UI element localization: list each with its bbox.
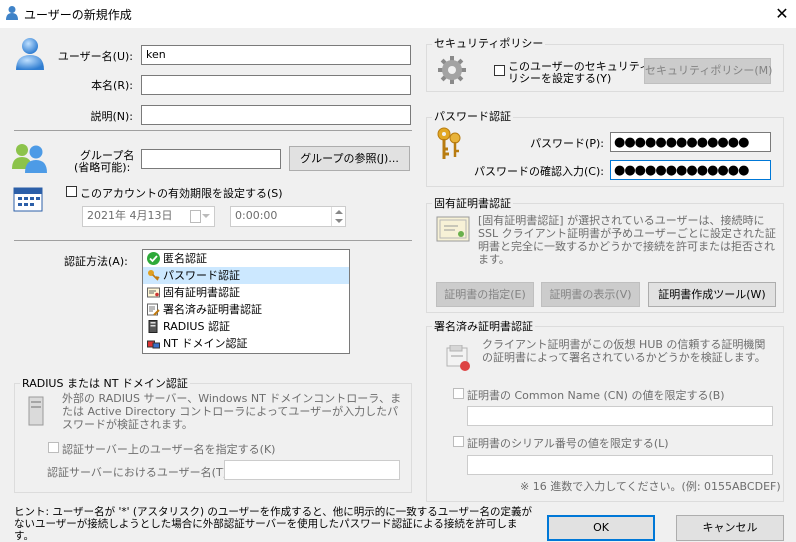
server-username-checkbox[interactable]: [48, 442, 59, 453]
radius-group-title: RADIUS または NT ドメイン認証: [20, 375, 190, 391]
auth-method-list[interactable]: 匿名認証 パスワード認証 固有証明書認証 署名済み証明書認証 RADIUS 認証…: [142, 249, 350, 354]
serial-field[interactable]: [467, 455, 773, 475]
password-field[interactable]: ●●●●●●●●●●●●●: [610, 132, 771, 152]
list-item[interactable]: 匿名認証: [143, 250, 349, 267]
signed-certificate-icon: [147, 303, 160, 316]
list-item-label: NT ドメイン認証: [163, 337, 248, 350]
browse-group-button[interactable]: グループの参照(J)...: [289, 146, 410, 171]
expiry-time-value: 0:00:00: [235, 209, 278, 222]
user-icon: [6, 6, 18, 20]
signed-certificate-icon: [446, 345, 470, 371]
server-username-checkbox-label: 認証サーバー上のユーザー名を指定する(K): [62, 443, 276, 456]
cert-tool-button[interactable]: 証明書作成ツール(W): [648, 282, 776, 307]
auth-method-label: 認証方法(A):: [64, 255, 128, 268]
group-field[interactable]: [141, 149, 281, 169]
radius-description: 外部の RADIUS サーバー、Windows NT ドメインコントローラ、また…: [62, 392, 402, 431]
key-icon: [148, 270, 160, 281]
password-auth-title: パスワード認証: [432, 108, 513, 124]
check-icon: [147, 252, 160, 265]
unique-cert-description: [固有証明書認証] が選択されているユーザーは、接続時に SSL クライアント証…: [478, 214, 776, 266]
unique-cert-title: 固有証明書認証: [432, 195, 513, 211]
realname-label: 本名(R):: [91, 79, 133, 92]
gear-icon: [438, 56, 466, 84]
list-item[interactable]: パスワード認証: [143, 267, 349, 284]
list-item-label: 署名済み証明書認証: [163, 303, 262, 316]
password-confirm-field[interactable]: ●●●●●●●●●●●●●: [610, 160, 771, 180]
serial-checkbox-label: 証明書のシリアル番号の値を限定する(L): [467, 437, 669, 450]
hint-text: ヒント: ユーザー名が '*' (アスタリスク) のユーザーを作成すると、他に明…: [14, 506, 533, 542]
certificate-icon: [147, 287, 160, 298]
signed-cert-title: 署名済み証明書認証: [432, 318, 535, 334]
calendar-dropdown-icon[interactable]: [190, 210, 201, 223]
server-icon: [148, 320, 158, 333]
list-item[interactable]: RADIUS 認証: [143, 318, 349, 335]
server-icon: [28, 396, 44, 426]
serial-note: ※ 16 進数で入力してください。(例: 0155ABCDEF): [520, 480, 781, 493]
security-policy-title: セキュリティポリシー: [432, 35, 546, 51]
username-label: ユーザー名(U):: [57, 50, 133, 63]
spin-down-icon[interactable]: [335, 219, 343, 223]
view-cert-button[interactable]: 証明書の表示(V): [541, 282, 640, 307]
calendar-icon: [13, 187, 43, 212]
username-field[interactable]: ken: [141, 45, 411, 65]
expiry-checkbox-label: このアカウントの有効期限を設定する(S): [80, 187, 283, 200]
cn-checkbox-label: 証明書の Common Name (CN) の値を限定する(B): [467, 389, 725, 402]
list-item[interactable]: NT ドメイン認証: [143, 335, 349, 352]
security-policy-checkbox[interactable]: [494, 65, 505, 76]
list-item-label: RADIUS 認証: [163, 320, 230, 333]
password-label: パスワード(P):: [530, 137, 604, 150]
signed-cert-description: クライアント証明書がこの仮想 HUB の信頼する証明機関の証明書によって署名され…: [482, 338, 766, 364]
certificate-icon: [436, 216, 470, 242]
time-spinner[interactable]: [331, 207, 346, 226]
spin-up-icon[interactable]: [335, 210, 343, 214]
close-button[interactable]: ✕: [770, 2, 794, 26]
list-item[interactable]: 署名済み証明書認証: [143, 301, 349, 318]
ok-button[interactable]: OK: [547, 515, 655, 541]
list-item-label: 匿名認証: [163, 252, 207, 265]
server-username-field[interactable]: [224, 460, 400, 480]
divider: [14, 240, 412, 241]
expiry-time-picker[interactable]: 0:00:00: [230, 206, 346, 227]
cancel-button[interactable]: キャンセル: [676, 515, 784, 541]
chevron-down-icon: [202, 214, 210, 218]
list-item-label: パスワード認証: [163, 269, 240, 282]
specify-cert-button[interactable]: 証明書の指定(E): [436, 282, 534, 307]
realname-field[interactable]: [141, 75, 411, 95]
description-label: 説明(N):: [90, 110, 133, 123]
list-item[interactable]: 固有証明書認証: [143, 284, 349, 301]
description-field[interactable]: [141, 105, 411, 125]
password-confirm-label: パスワードの確認入力(C):: [474, 165, 604, 178]
security-policy-button[interactable]: セキュリティポリシー(M): [644, 58, 772, 84]
cn-field[interactable]: [467, 406, 773, 426]
cn-checkbox[interactable]: [453, 388, 464, 399]
domain-icon: [147, 340, 160, 349]
window-title: ユーザーの新規作成: [24, 8, 132, 22]
group-label-sub: (省略可能):: [74, 161, 131, 174]
server-username-label: 認証サーバーにおけるユーザー名(T):: [47, 466, 231, 479]
keys-icon: [437, 127, 461, 159]
expiry-checkbox[interactable]: [66, 186, 77, 197]
expiry-date-value: 2021年 4月13日: [87, 209, 173, 222]
list-item-label: 固有証明書認証: [163, 286, 240, 299]
divider: [14, 130, 412, 131]
group-icon: [12, 144, 47, 173]
serial-checkbox[interactable]: [453, 436, 464, 447]
security-policy-checkbox-label-sub: リシーを設定する(Y): [508, 72, 612, 85]
